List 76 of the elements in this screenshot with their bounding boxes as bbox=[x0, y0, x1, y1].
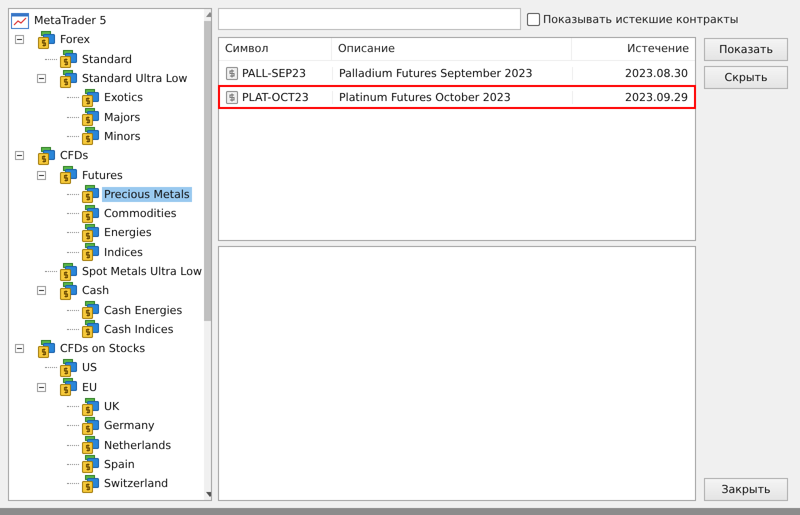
folder-dollar-icon bbox=[81, 88, 99, 107]
table-cell: Platinum Futures October 2023 bbox=[332, 90, 572, 104]
tree-item[interactable]: Switzerland bbox=[102, 476, 170, 492]
tree-item[interactable]: Precious Metals bbox=[102, 186, 192, 202]
highlighted-row[interactable]: PLAT-OCT23 Platinum Futures October 2023 2023.09.29 bbox=[218, 85, 696, 109]
folder-dollar-icon bbox=[59, 262, 77, 280]
collapse-icon[interactable] bbox=[37, 382, 46, 392]
dollar-icon bbox=[226, 66, 238, 80]
tree-item[interactable]: Netherlands bbox=[102, 438, 174, 453]
folder-dollar-icon bbox=[59, 358, 77, 377]
column-header[interactable]: Символ bbox=[219, 38, 331, 60]
tree-item[interactable]: Cash Energies bbox=[102, 302, 184, 318]
tree-item[interactable]: CFDs on Stocks bbox=[58, 341, 148, 356]
tree-item[interactable]: EU bbox=[80, 380, 100, 395]
folder-dollar-icon bbox=[81, 243, 99, 262]
tree-item[interactable]: Forex bbox=[58, 32, 92, 48]
folder-dollar-icon bbox=[59, 50, 77, 68]
folder-dollar-icon bbox=[59, 166, 77, 184]
folder-dollar-icon bbox=[81, 127, 99, 146]
collapse-icon[interactable] bbox=[15, 151, 24, 160]
collapse-icon[interactable] bbox=[37, 74, 46, 84]
table-row[interactable]: PALL-SEP23 Palladium Futures September 2023 2023.08.30 bbox=[218, 61, 696, 85]
folder-dollar-icon bbox=[81, 224, 99, 242]
folder-dollar-icon bbox=[81, 320, 99, 338]
collapse-icon[interactable] bbox=[15, 344, 24, 354]
folder-dollar-icon bbox=[37, 340, 55, 358]
folder-dollar-icon bbox=[81, 301, 99, 320]
column-header[interactable]: Описание bbox=[331, 38, 571, 60]
folder-dollar-icon bbox=[59, 70, 77, 88]
folder-dollar-icon bbox=[59, 282, 77, 300]
table-cell: PALL-SEP23 bbox=[242, 66, 306, 80]
column-header[interactable]: Истечение bbox=[571, 38, 695, 60]
tree-item[interactable]: Spot Metals Ultra Low bbox=[80, 264, 204, 279]
collapse-icon[interactable] bbox=[37, 170, 46, 180]
folder-dollar-icon bbox=[81, 474, 99, 493]
table-cell: 2023.08.30 bbox=[572, 66, 694, 80]
tree-item[interactable]: Exotics bbox=[102, 90, 145, 106]
tree-item[interactable]: Indices bbox=[102, 244, 145, 260]
tree-item[interactable]: US bbox=[80, 360, 100, 376]
checkbox-label: Показывать истекшие контракты bbox=[543, 12, 738, 26]
folder-dollar-icon bbox=[37, 30, 55, 49]
tree-item[interactable]: UK bbox=[102, 399, 122, 414]
search-field[interactable] bbox=[218, 8, 521, 30]
tree-item[interactable]: Futures bbox=[80, 168, 125, 183]
tree-item[interactable]: Minors bbox=[102, 128, 143, 144]
folder-dollar-icon bbox=[37, 146, 55, 165]
table-cell: Palladium Futures September 2023 bbox=[332, 66, 572, 80]
action-button[interactable]: Показать bbox=[704, 38, 788, 61]
folder-dollar-icon bbox=[81, 185, 99, 204]
chart-window-icon bbox=[11, 12, 29, 29]
folder-dollar-icon bbox=[59, 378, 77, 396]
tree-item[interactable]: CFDs bbox=[58, 148, 90, 164]
folder-dollar-icon bbox=[81, 455, 99, 474]
checkbox[interactable] bbox=[527, 12, 540, 26]
folder-dollar-icon bbox=[81, 416, 99, 435]
table-cell: 2023.09.29 bbox=[572, 90, 694, 104]
tree-item[interactable]: Energies bbox=[102, 225, 154, 240]
tree-item[interactable]: Majors bbox=[102, 110, 142, 125]
tree-item[interactable]: Cash bbox=[80, 283, 112, 298]
folder-dollar-icon bbox=[81, 398, 99, 416]
table-cell: PLAT-OCT23 bbox=[242, 90, 309, 104]
collapse-icon[interactable] bbox=[37, 286, 46, 296]
folder-dollar-icon bbox=[81, 204, 99, 223]
tree-item[interactable]: Commodities bbox=[102, 206, 178, 222]
folder-dollar-icon bbox=[81, 436, 99, 454]
tree-item[interactable]: MetaTrader 5 bbox=[32, 13, 108, 28]
dollar-icon bbox=[226, 90, 238, 104]
tree-item[interactable]: Standard bbox=[80, 52, 134, 67]
tree-item[interactable]: Spain bbox=[102, 456, 137, 472]
action-button[interactable]: Скрыть bbox=[704, 66, 788, 89]
collapse-icon[interactable] bbox=[15, 35, 24, 44]
tree-item[interactable]: Cash Indices bbox=[102, 322, 176, 337]
tree-item[interactable]: Standard Ultra Low bbox=[80, 71, 190, 86]
close-button[interactable]: Закрыть bbox=[704, 478, 788, 501]
tree-item[interactable]: Germany bbox=[102, 418, 157, 434]
folder-dollar-icon bbox=[81, 108, 99, 126]
